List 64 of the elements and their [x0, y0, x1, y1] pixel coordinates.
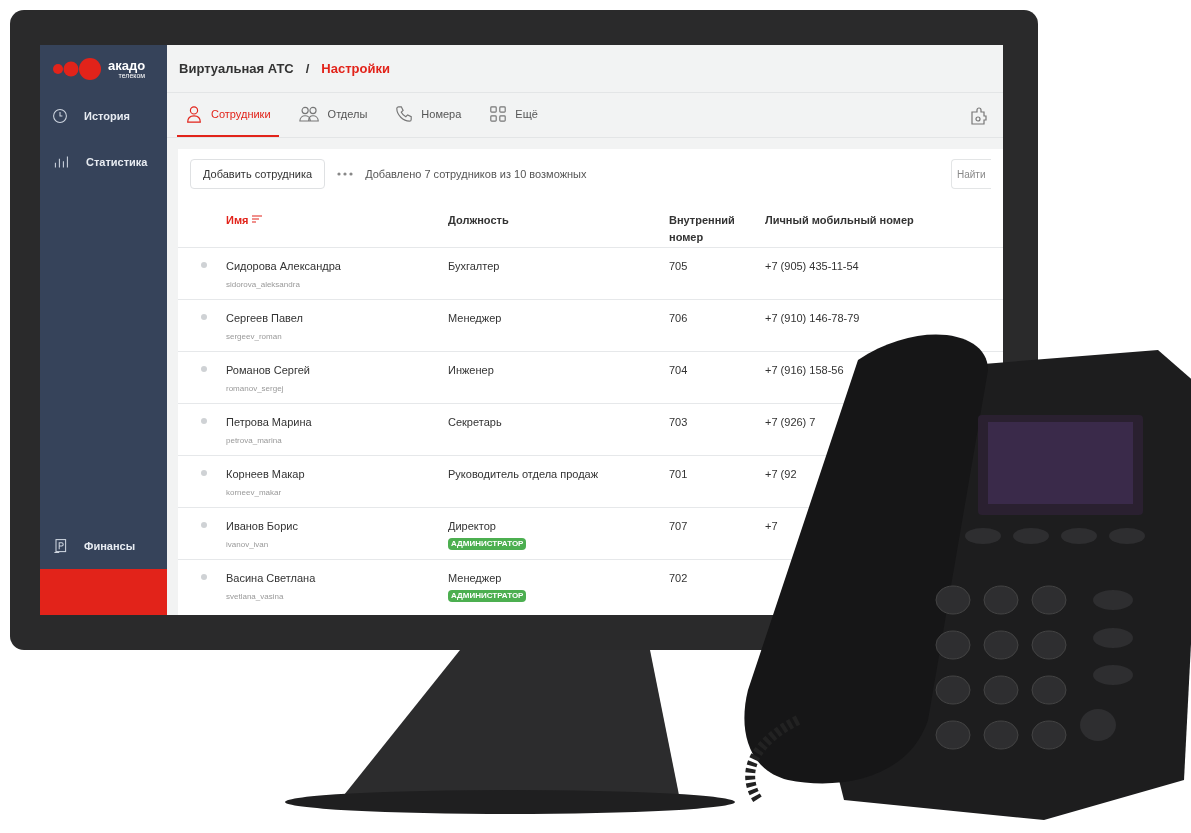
- phone-icon: [395, 105, 414, 123]
- employee-login: ivanov_ivan: [226, 538, 270, 551]
- tab[interactable]: Сотрудники: [177, 93, 279, 137]
- employee-login: romanov_sergej: [226, 382, 285, 395]
- clock-icon: [52, 108, 68, 124]
- extension-number: 701: [669, 468, 688, 480]
- admin-badge: АДМИНИСТРАТОР: [448, 537, 527, 550]
- employee-name[interactable]: Корнеев Макар: [226, 466, 448, 483]
- tab[interactable]: Ещё: [481, 93, 546, 137]
- extension-number: 705: [669, 260, 688, 272]
- mobile-number: +7 (926) 7: [765, 416, 816, 428]
- employee-name[interactable]: Сергеев Павел: [226, 310, 448, 327]
- employee-name[interactable]: Сидорова Александра: [226, 258, 448, 275]
- employee-login: svetlana_vasina: [226, 590, 285, 603]
- extension-number: 702: [669, 572, 688, 584]
- extension-number: 704: [669, 364, 688, 376]
- mobile-number: +7: [765, 520, 778, 532]
- sidebar-item[interactable]: Финансы: [40, 523, 167, 569]
- column-header[interactable]: Внутренний номер: [669, 212, 757, 245]
- position-text: Директор: [448, 519, 496, 534]
- bar-chart-icon: [52, 154, 70, 170]
- mobile-number: +7 (905) 435-11-54: [765, 260, 859, 272]
- employee-login: sergeev_roman: [226, 330, 283, 343]
- sidebar-item[interactable]: Статистика: [40, 139, 167, 185]
- position-text: Руководитель отдела продаж: [448, 467, 599, 482]
- employee-name[interactable]: Васина Светлана: [226, 570, 448, 587]
- position-text: Инженер: [448, 363, 494, 378]
- column-header[interactable]: Имя: [226, 212, 263, 229]
- add-employee-button[interactable]: Добавить сотрудника: [190, 159, 326, 189]
- employee-login: petrova_marina: [226, 434, 283, 447]
- admin-badge: АДМИНИСТРАТОР: [448, 589, 527, 602]
- breadcrumb-separator: /: [305, 59, 310, 78]
- person-icon: [185, 105, 203, 123]
- extension-number: 707: [669, 520, 688, 532]
- extension-number: 706: [669, 312, 688, 324]
- grid-icon: [489, 105, 508, 123]
- employee-name[interactable]: Петрова Марина: [226, 414, 448, 431]
- employee-name[interactable]: Иванов Борис: [226, 518, 448, 535]
- employee-name[interactable]: Романов Сергей: [226, 362, 448, 379]
- people-icon: [298, 105, 320, 123]
- puzzle-icon[interactable]: [969, 105, 989, 125]
- tab[interactable]: Номера: [387, 93, 470, 137]
- position-text: Менеджер: [448, 571, 502, 586]
- extension-number: 703: [669, 416, 688, 428]
- sidebar-item[interactable]: История: [40, 93, 167, 139]
- tab[interactable]: Отделы: [290, 93, 376, 137]
- employee-count-text: Добавлено 7 сотрудников из 10 возможных: [365, 166, 587, 182]
- breadcrumb-item[interactable]: Виртуальная АТС: [179, 58, 294, 79]
- mobile-number: +7 (910) 146-78-79: [765, 312, 860, 324]
- breadcrumb-item: Настройки: [321, 59, 390, 78]
- logo-name: акадо: [108, 59, 146, 72]
- position-text: Бухгалтер: [448, 259, 500, 274]
- position-text: Менеджер: [448, 311, 502, 326]
- more-icon[interactable]: [337, 172, 354, 176]
- sort-icon: [252, 214, 263, 224]
- column-header[interactable]: Должность: [448, 212, 509, 229]
- employee-login: sidorova_aleksandra: [226, 278, 301, 291]
- position-text: Секретарь: [448, 415, 502, 430]
- mobile-number: +7 (916) 158-56: [765, 364, 844, 376]
- document-icon: [52, 537, 68, 555]
- search-field[interactable]: Найти: [951, 159, 991, 189]
- mobile-number: +7 (92: [765, 468, 797, 480]
- employee-login: korneev_makar: [226, 486, 283, 499]
- column-header[interactable]: Личный мобильный номер: [765, 212, 914, 229]
